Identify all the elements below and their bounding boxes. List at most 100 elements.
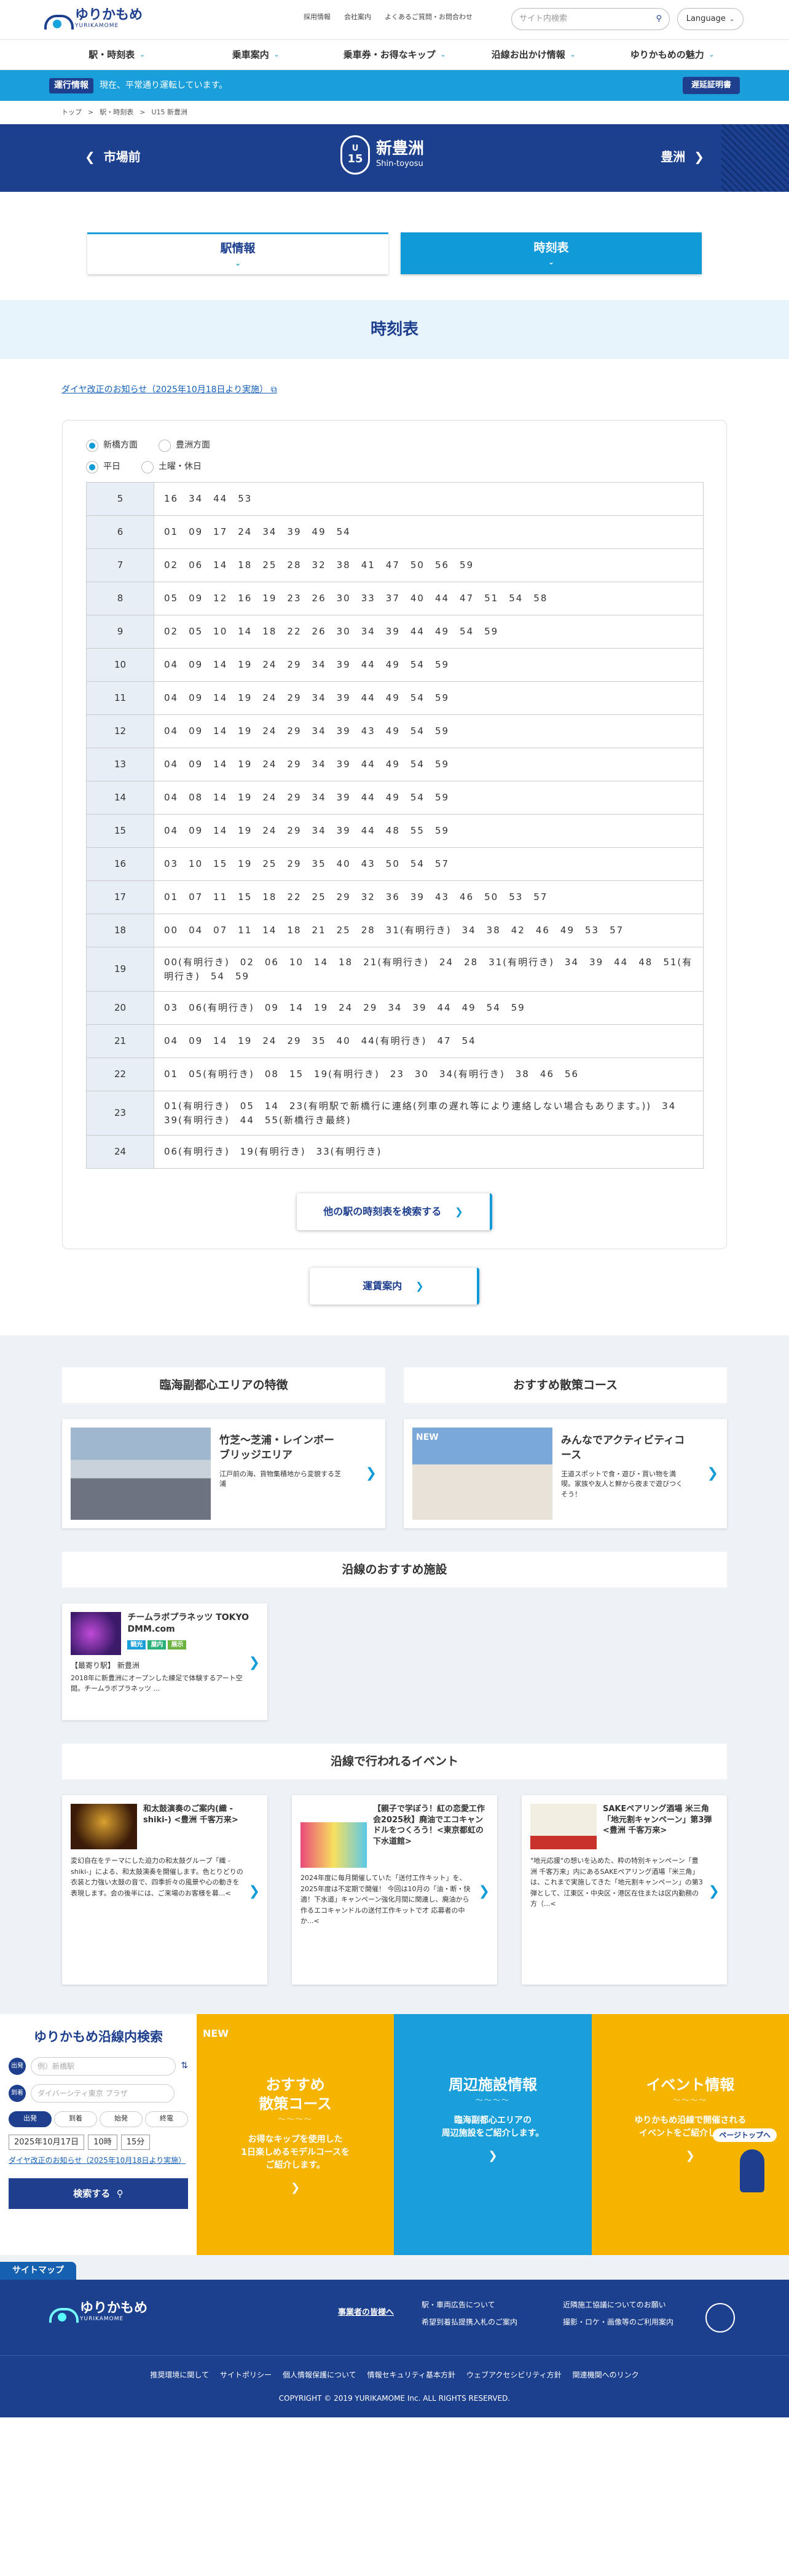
search-icon[interactable]: ⚲: [656, 13, 662, 25]
minutes-cell: 01 07 11 15 18 22 25 29 32 36 39 43 46 5…: [154, 880, 704, 914]
event-card[interactable]: 和太鼓演奏のご案内(織 -shiki-) <豊洲 千客万来> 変幻自在をテーマに…: [62, 1795, 267, 1985]
revision-notice-link[interactable]: ダイヤ改正のお知らせ（2025年10月18日より実施）: [9, 2155, 188, 2166]
chevron-down-icon: ⌄: [729, 15, 735, 23]
chevron-right-icon: ❯: [488, 2149, 498, 2163]
promo-events[interactable]: イベント情報 ～～～～ ゆりかもめ沿線で開催される イベントをご紹介します。 ❯…: [591, 2014, 789, 2255]
mode-arrive[interactable]: 到着: [54, 2111, 97, 2127]
timetable-row: 17 01 07 11 15 18 22 25 29 32 36 39 43 46…: [86, 880, 704, 914]
card-desc: 変幻自在をテーマにした迫力の和太鼓グループ「織 -shiki-」による、和太鼓演…: [71, 1857, 243, 1897]
facility-photo: [71, 1612, 122, 1655]
footer-link[interactable]: 情報セキュリティ基本方針: [367, 2369, 455, 2380]
footer-link[interactable]: サイトポリシー: [220, 2369, 272, 2380]
business-link[interactable]: 事業者の皆様へ: [338, 2307, 394, 2319]
footer-link[interactable]: 希望到着払提携入札のご案内: [422, 2317, 563, 2328]
weekday-radio[interactable]: 平日: [86, 460, 120, 473]
page-top-button[interactable]: ページトップへ: [713, 2128, 777, 2142]
tab-timetable[interactable]: 時刻表 ⌄: [401, 232, 702, 274]
mode-last[interactable]: 終電: [145, 2111, 188, 2127]
event-photo: [300, 1822, 367, 1868]
nav-item-ride[interactable]: 乗車案内 ⌄: [186, 40, 325, 69]
weekend-radio[interactable]: 土曜・休日: [141, 460, 202, 473]
breadcrumb-stations[interactable]: 駅・時刻表: [100, 108, 133, 118]
faq-link[interactable]: よくあるご質問・お問合わせ: [385, 12, 473, 23]
promo-desc: 臨海副都心エリアの 周辺施設をご紹介します。: [441, 2116, 544, 2139]
footer-link[interactable]: 関連機関へのリンク: [573, 2369, 639, 2380]
timetable-row: 11 04 09 14 19 24 29 34 39 44 49 54 59: [86, 681, 704, 715]
tag-badge: 観光: [127, 1640, 146, 1650]
card-desc: 江戸前の海、貨物集積地から変貌する芝浦: [219, 1469, 341, 1488]
minutes-cell: 16 34 44 53: [154, 482, 704, 516]
timetable-table: 5 16 34 44 53 6 01 09 17 24 34 39 49 54 7 02 …: [86, 482, 704, 1169]
tab-station-info[interactable]: 駅情報 ⌄: [87, 232, 388, 274]
status-badge: 運行情報: [49, 77, 93, 93]
promo-facilities[interactable]: 周辺施設情報 ～～～～ 臨海副都心エリアの 周辺施設をご紹介します。 ❯: [394, 2014, 592, 2255]
event-card[interactable]: 【親子で学ぼう！紅の恋愛工作会2025秋】廃油でエコキャンドルをつくろう！<東京…: [292, 1795, 497, 1985]
breadcrumb-top[interactable]: トップ: [61, 108, 82, 118]
timetable-row: 7 02 06 14 18 25 28 32 38 41 47 50 56 59: [86, 548, 704, 582]
search-other-timetable-button[interactable]: 他の駅の時刻表を検索する ❯: [297, 1193, 492, 1230]
mode-depart[interactable]: 出発: [9, 2111, 52, 2127]
direction-shimbashi-radio[interactable]: 新橋方面: [86, 439, 138, 452]
footer-link[interactable]: ウェブアクセシビリティ方針: [466, 2369, 562, 2380]
walking-course-card[interactable]: NEW みんなでアクティビティコース 王道スポットで食・遊び・買い物を満喫。家族や…: [404, 1419, 727, 1528]
footer-link[interactable]: 駅・車両広告について: [422, 2299, 563, 2310]
delay-certificate-button[interactable]: 遅延証明書: [682, 77, 740, 94]
nav-item-charm[interactable]: ゆりかもめの魅力 ⌄: [603, 40, 742, 69]
footer-link[interactable]: 撮影・ロケ・画像等のご利用案内: [563, 2317, 704, 2328]
nav-item-tickets[interactable]: 乗車券・お得なキップ ⌄: [325, 40, 464, 69]
to-icon: 到着: [9, 2084, 26, 2102]
swap-icon[interactable]: ⇅: [181, 2060, 188, 2072]
recruit-link[interactable]: 採用情報: [304, 12, 331, 23]
area-feature-card[interactable]: 竹芝～芝浦・レインボーブリッジエリア 江戸前の海、貨物集積地から変貌する芝浦 ❯: [62, 1419, 385, 1528]
footer-link[interactable]: 個人情報保護について: [283, 2369, 356, 2380]
site-logo[interactable]: ゆりかもめ YURIKAMOME: [44, 9, 143, 31]
facilities-heading: 沿線のおすすめ施設: [62, 1552, 727, 1587]
next-station-link[interactable]: 豊洲 ❯: [661, 148, 704, 166]
nav-item-outings[interactable]: 沿線お出かけ情報 ⌄: [464, 40, 603, 69]
timetable-row: 8 05 09 12 16 19 23 26 30 33 37 40 44 47 …: [86, 582, 704, 615]
from-icon: 出発: [9, 2057, 26, 2075]
direction-toyosu-radio[interactable]: 豊洲方面: [159, 439, 210, 452]
station-number-badge: U 15: [340, 135, 370, 175]
mode-first[interactable]: 始発: [100, 2111, 143, 2127]
sitemap-bar: サイトマップ: [0, 2255, 789, 2280]
chevron-down-icon: ⌄: [570, 51, 576, 58]
footer-link[interactable]: 近隣施工協議についてのお願い: [563, 2299, 704, 2310]
new-badge: NEW: [203, 2028, 229, 2039]
timetable-revision-link[interactable]: ダイヤ改正のお知らせ（2025年10月18日より実施） ⧉: [61, 385, 277, 395]
minutes-cell: 05 09 12 16 19 23 26 30 33 37 40 44 47 5…: [154, 582, 704, 615]
minutes-cell: 03 06(有明行き) 09 14 19 24 29 34 39 44 49 5…: [154, 991, 704, 1025]
event-card[interactable]: SAKEペアリング酒場 米三角「地元割キャンペーン」第3弾 <豊洲 千客万来> …: [522, 1795, 727, 1985]
company-link[interactable]: 会社案内: [344, 12, 371, 23]
promo-title: イベント情報: [646, 2076, 735, 2093]
chevron-right-icon: ❯: [415, 1280, 424, 1292]
chevron-down-icon: ⌄: [709, 51, 715, 58]
fare-guide-button[interactable]: 運賃案内 ❯: [310, 1268, 479, 1305]
timetable-row: 20 03 06(有明行き) 09 14 19 24 29 34 39 44 49…: [86, 991, 704, 1025]
hour-cell: 14: [86, 781, 154, 815]
area-photo: [71, 1428, 211, 1520]
course-photo: NEW: [412, 1428, 552, 1520]
language-label: Language: [686, 14, 726, 24]
nav-item-stations[interactable]: 駅・時刻表 ⌄: [47, 40, 186, 69]
to-input[interactable]: ダイバーシティ東京 プラザ: [31, 2084, 175, 2103]
from-input[interactable]: 例）新橋駅: [31, 2056, 176, 2076]
timetable-row: 10 04 09 14 19 24 29 34 39 44 49 54 59: [86, 648, 704, 682]
sitemap-toggle[interactable]: サイトマップ: [0, 2262, 76, 2280]
prev-station-link[interactable]: ❮ 市場前: [85, 148, 141, 166]
search-button[interactable]: 検索する ⚲: [9, 2178, 188, 2209]
footer: ゆりかもめ YURIKAMOME 事業者の皆様へ 駅・車両広告について 近隣施工協議…: [0, 2280, 789, 2417]
minutes-cell: 04 09 14 19 24 29 34 39 44 49 54 59: [154, 681, 704, 715]
event-photo: [530, 1804, 597, 1849]
minute-select[interactable]: 15分: [120, 2134, 151, 2150]
footer-link[interactable]: 推奨環境に関して: [150, 2369, 209, 2380]
facility-card[interactable]: チームラボプラネッツ TOKYO DMM.com 観光 屋内 展示 【最寄り駅】 新…: [62, 1603, 267, 1720]
site-search-input[interactable]: サイト内検索 ⚲: [511, 8, 670, 30]
footer-logo[interactable]: ゆりかもめ YURIKAMOME: [49, 2302, 147, 2324]
promo-walking-course[interactable]: NEW おすすめ 散策コース ～～～～ お得なキップを使用した 1日楽しめるモデ…: [197, 2014, 394, 2255]
timetable-row: 18 00 04 07 11 14 18 21 25 28 31(有明行き) 34…: [86, 914, 704, 947]
hour-select[interactable]: 10時: [88, 2134, 117, 2150]
language-button[interactable]: Language ⌄: [677, 8, 744, 30]
date-select[interactable]: 2025年10月17日: [9, 2134, 85, 2150]
logo-subtext: YURIKAMOME: [75, 23, 119, 30]
